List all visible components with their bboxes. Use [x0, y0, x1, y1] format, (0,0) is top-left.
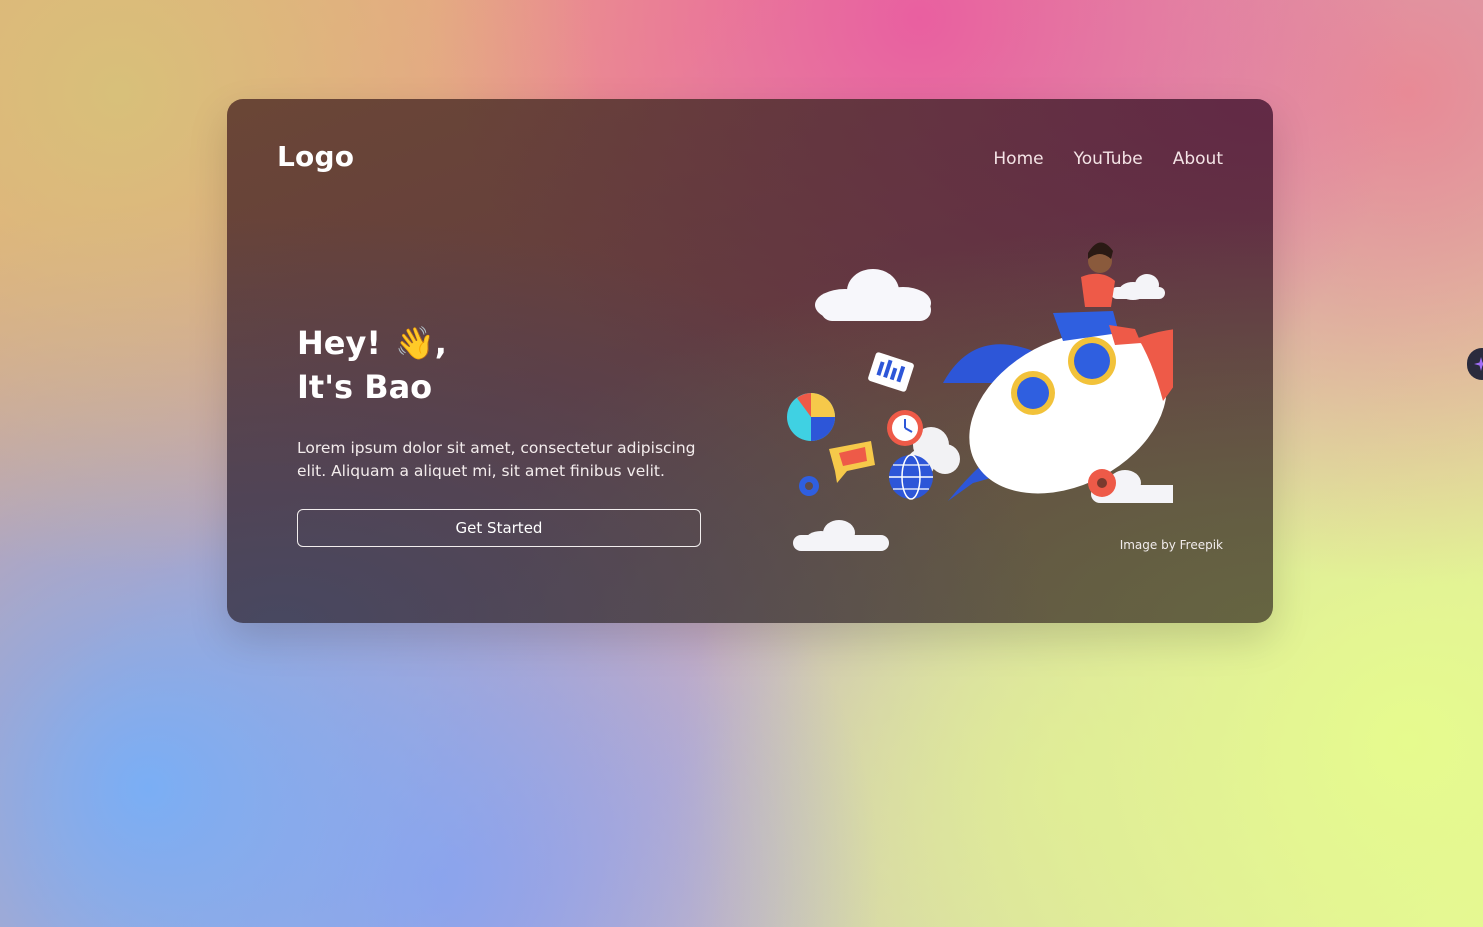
heading-comma: , [434, 324, 447, 362]
sparkle-icon [1474, 357, 1483, 371]
clock-icon [887, 410, 923, 446]
report-chart-icon [868, 352, 914, 392]
hero-card: Logo Home YouTube About Hey! 👋, It's Bao … [227, 99, 1273, 623]
hero-description: Lorem ipsum dolor sit amet, consectetur … [297, 439, 696, 480]
pie-chart-icon [787, 393, 835, 441]
globe-icon [889, 454, 933, 500]
nav-youtube-link[interactable]: YouTube [1074, 149, 1143, 169]
cloud-icon [793, 520, 889, 551]
cloud-icon [815, 269, 931, 321]
rocket-girl-illustration [787, 242, 1173, 551]
get-started-button[interactable]: Get Started [297, 509, 701, 547]
chat-bubble-icon [829, 441, 875, 483]
heading-line2: It's Bao [297, 368, 433, 406]
heading-line1: Hey! [297, 324, 381, 362]
top-nav: Home YouTube About [993, 149, 1223, 169]
gear-icon [799, 476, 819, 496]
hero-text: Hey! 👋, It's Bao Lorem ipsum dolor sit am… [297, 321, 717, 499]
gear-icon [1088, 469, 1116, 497]
nav-home-link[interactable]: Home [993, 149, 1043, 169]
wave-emoji-icon: 👋 [394, 324, 435, 362]
image-credit[interactable]: Image by Freepik [1120, 538, 1223, 552]
nav-about-link[interactable]: About [1173, 149, 1223, 169]
cloud-icon [1111, 274, 1165, 300]
logo[interactable]: Logo [277, 140, 354, 173]
hero-heading: Hey! 👋, It's Bao [297, 321, 717, 409]
